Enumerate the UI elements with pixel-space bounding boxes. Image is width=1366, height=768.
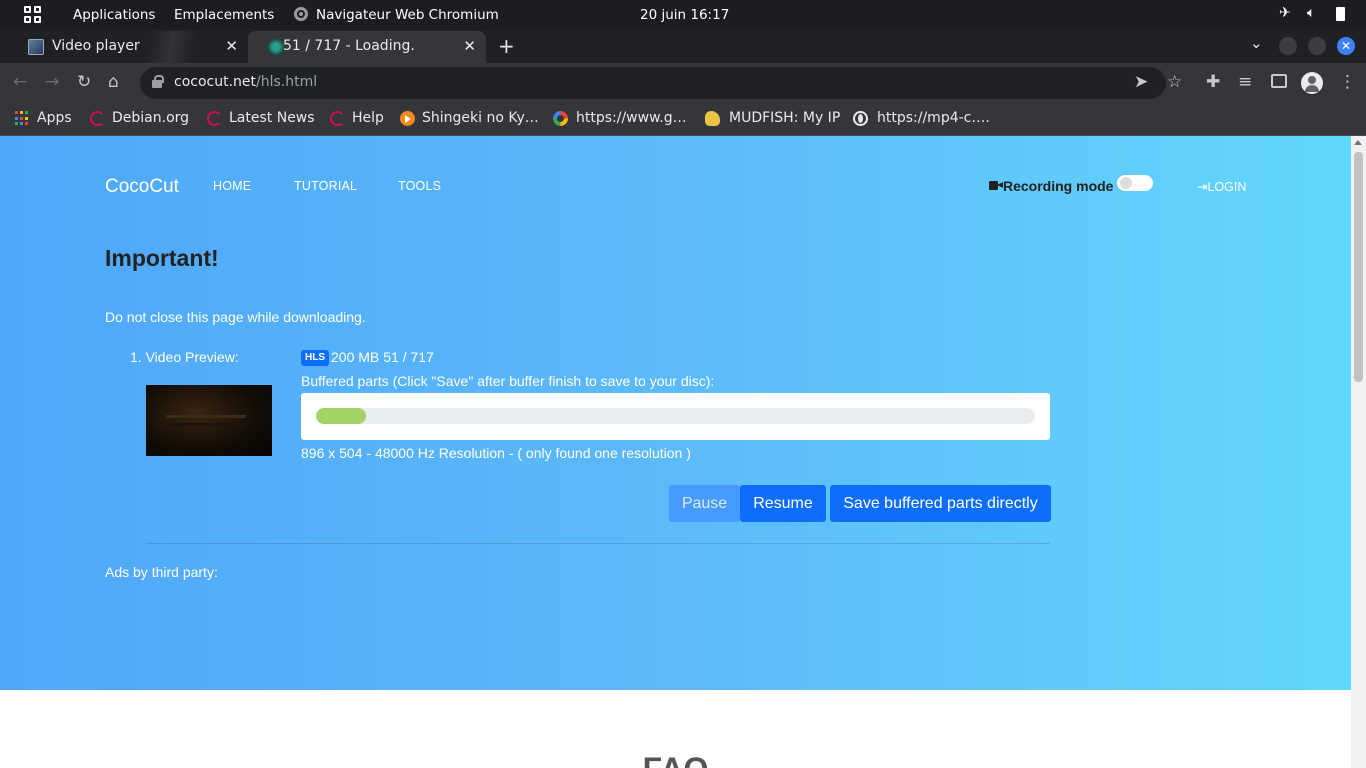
url-text[interactable]: cococut.net/hls.html — [174, 74, 317, 90]
hls-badge: HLS — [301, 350, 329, 366]
minimize-window-icon[interactable] — [1279, 37, 1297, 55]
mudfish-icon — [705, 111, 720, 126]
login-icon: ⇥ — [1197, 180, 1208, 194]
volume-icon[interactable]: 🔈︎ — [1307, 5, 1315, 21]
close-icon[interactable]: ✕ — [463, 37, 476, 55]
debian-icon — [330, 111, 345, 126]
debian-icon — [90, 111, 105, 126]
battery-icon[interactable] — [1336, 7, 1345, 21]
lock-icon[interactable] — [152, 75, 164, 88]
parts-count: 51 / 717 — [383, 349, 434, 365]
app-grid-icon[interactable] — [24, 6, 41, 23]
home-icon[interactable]: ⌂ — [108, 72, 119, 92]
recording-mode-toggle[interactable] — [1117, 175, 1153, 191]
nav-tutorial[interactable]: TUTORIAL — [294, 179, 357, 193]
pause-button[interactable]: Pause — [669, 485, 740, 522]
bookmark-label: Apps — [37, 110, 72, 126]
size-info: 200 MB 51 / 717 — [331, 349, 438, 365]
menu-kebab-icon[interactable]: ⋮ — [1339, 72, 1356, 92]
active-app-name[interactable]: Navigateur Web Chromium — [316, 7, 499, 23]
close-window-icon[interactable]: ✕ — [1337, 37, 1355, 55]
divider — [146, 543, 1050, 544]
address-bar[interactable]: cococut.net/hls.html — [140, 67, 1166, 99]
reload-icon[interactable]: ↻ — [77, 72, 91, 92]
profile-avatar-icon[interactable] — [1301, 72, 1323, 94]
ads-label: Ads by third party: — [105, 564, 218, 580]
back-arrow-icon[interactable]: ← — [13, 72, 27, 92]
places-menu[interactable]: Emplacements — [174, 7, 274, 23]
extensions-puzzle-icon[interactable]: ✚ — [1206, 72, 1220, 92]
bookmark-label: Latest News — [229, 110, 315, 126]
nav-home[interactable]: HOME — [213, 179, 251, 193]
buffer-progress-track — [316, 408, 1035, 424]
tab-title: 51 / 717 - Loading. — [283, 38, 415, 54]
login-link[interactable]: ⇥LOGIN — [1197, 179, 1246, 194]
close-icon[interactable]: ✕ — [225, 37, 238, 55]
scrollbar-thumb[interactable] — [1354, 152, 1363, 382]
hero-section: CocoCut HOME TUTORIAL TOOLS Recording mo… — [0, 136, 1351, 690]
apps-grid-icon — [15, 111, 30, 126]
tab-strip: Video player ✕ 51 / 717 - Loading. ✕ + ⌄… — [0, 29, 1366, 63]
bookmark-label: Debian.org — [112, 110, 190, 126]
google-icon — [553, 111, 568, 126]
page-title: Important! — [105, 245, 219, 271]
toggle-knob — [1120, 177, 1132, 189]
airplane-icon[interactable]: ✈ — [1279, 5, 1291, 21]
desktop-top-panel: Applications Emplacements Navigateur Web… — [0, 0, 1366, 29]
globe-icon — [853, 111, 868, 126]
tab-background-art — [128, 31, 238, 63]
tab-search-chevron-icon[interactable]: ⌄ — [1250, 34, 1263, 52]
warning-text: Do not close this page while downloading… — [105, 309, 366, 325]
send-icon[interactable]: ➤ — [1134, 72, 1148, 92]
nav-tools[interactable]: TOOLS — [398, 179, 441, 193]
video-camera-icon — [989, 180, 1003, 191]
bookmark-label: https://www.g… — [576, 110, 687, 126]
save-buffered-parts-button[interactable]: Save buffered parts directly — [830, 485, 1051, 522]
cococut-favicon-icon — [268, 39, 284, 55]
tab-title: Video player — [52, 38, 140, 54]
resume-button[interactable]: Resume — [740, 485, 826, 522]
bookmark-star-icon[interactable]: ☆ — [1167, 72, 1182, 92]
resolution-info: 896 x 504 - 48000 Hz Resolution - ( only… — [301, 445, 691, 461]
buffer-progress-fill — [316, 408, 367, 424]
bookmark-label: https://mp4-c…. — [877, 110, 990, 126]
maximize-window-icon[interactable] — [1308, 37, 1326, 55]
bookmark-label: Shingeki no Ky… — [422, 110, 539, 126]
bookmark-label: Help — [352, 110, 384, 126]
video-favicon-icon — [28, 39, 44, 55]
play-icon — [400, 111, 415, 126]
tab-video-player[interactable]: Video player ✕ — [8, 31, 248, 63]
tab-loading[interactable]: 51 / 717 - Loading. ✕ — [248, 31, 486, 63]
video-preview-label: 1. Video Preview: — [130, 349, 239, 365]
bookmarks-bar: Apps Debian.org Latest News Help Shingek… — [0, 103, 1366, 136]
recording-mode-label: Recording mode — [1003, 178, 1114, 194]
new-tab-plus-icon[interactable]: + — [498, 34, 515, 58]
scroll-up-arrow-icon[interactable] — [1354, 140, 1362, 145]
buffer-progress-panel — [301, 393, 1050, 440]
browser-toolbar: ← → ↻ ⌂ cococut.net/hls.html ➤ ☆ ✚ ≡ ⋮ — [0, 63, 1366, 103]
bookmark-label: MUDFISH: My IP — [729, 110, 841, 126]
faq-heading: FAQ — [0, 751, 1351, 768]
clock[interactable]: 20 juin 16:17 — [640, 7, 729, 23]
media-queue-icon[interactable]: ≡ — [1238, 72, 1252, 92]
forward-arrow-icon[interactable]: → — [45, 72, 59, 92]
site-logo[interactable]: CocoCut — [105, 176, 179, 198]
applications-menu[interactable]: Applications — [73, 7, 155, 23]
page-scrollbar[interactable] — [1351, 136, 1366, 768]
video-thumbnail[interactable] — [146, 385, 272, 456]
side-panel-icon[interactable] — [1271, 74, 1287, 88]
debian-icon — [207, 111, 222, 126]
chromium-icon — [294, 7, 308, 21]
web-page: CocoCut HOME TUTORIAL TOOLS Recording mo… — [0, 136, 1351, 768]
file-size: 200 MB — [331, 349, 380, 365]
buffer-label: Buffered parts (Click "Save" after buffe… — [301, 373, 715, 389]
